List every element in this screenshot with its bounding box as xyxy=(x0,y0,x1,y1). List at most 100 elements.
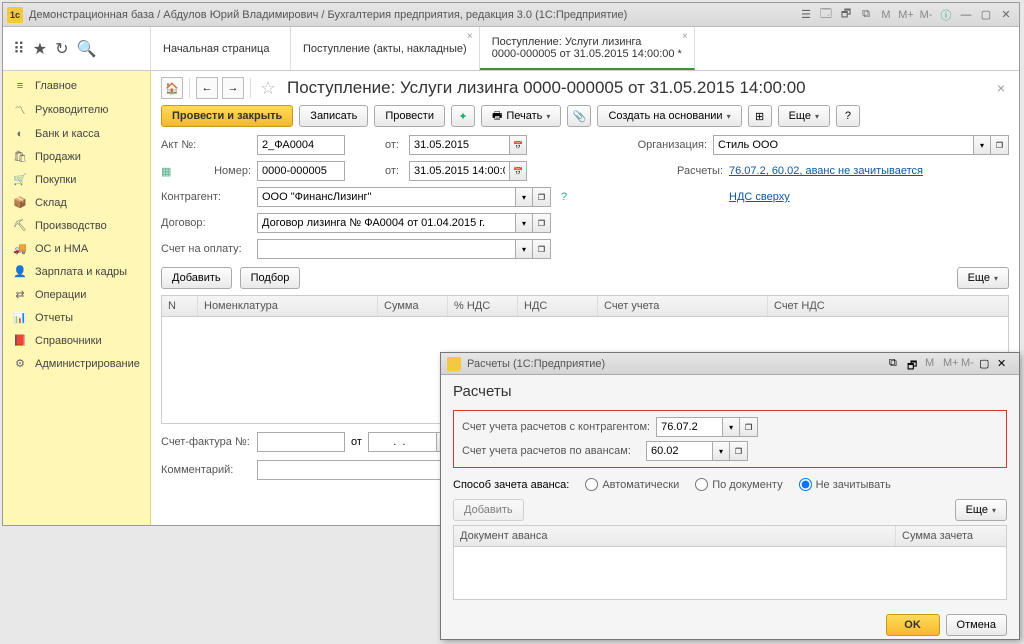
sidebar-item-manager[interactable]: 〽Руководителю xyxy=(3,97,150,123)
col-advance-doc[interactable]: Документ аванса xyxy=(454,526,896,546)
tab-receipts[interactable]: Поступление (акты, накладные) × xyxy=(291,27,480,70)
dt-kt-button[interactable]: ✦ xyxy=(451,105,475,127)
cancel-button[interactable]: Отмена xyxy=(946,614,1007,636)
account-input[interactable] xyxy=(257,239,515,259)
col-sum[interactable]: Сумма xyxy=(378,296,448,316)
back-button[interactable]: ← xyxy=(196,77,218,99)
sidebar-item-payroll[interactable]: 👤Зарплата и кадры xyxy=(3,260,150,283)
acc-advance-input[interactable] xyxy=(646,441,712,461)
contragent-open-button[interactable]: ❐ xyxy=(533,187,551,207)
contract-dropdown-button[interactable]: ▾ xyxy=(515,213,533,233)
tab-close-icon[interactable]: × xyxy=(467,31,473,42)
apps-icon[interactable]: ⠿ xyxy=(13,39,25,59)
calc-link[interactable]: 76.07.2, 60.02, аванс не зачитывается xyxy=(729,165,1009,177)
advance-grid-body[interactable] xyxy=(454,547,1006,599)
sidebar-item-references[interactable]: 📕Справочники xyxy=(3,329,150,352)
structure-button[interactable]: ⊞ xyxy=(748,105,772,127)
col-nds[interactable]: НДС xyxy=(518,296,598,316)
sidebar-item-warehouse[interactable]: 📦Склад xyxy=(3,191,150,214)
radio-by-doc[interactable]: По документу xyxy=(695,478,782,491)
number-input[interactable] xyxy=(257,161,345,181)
dlg-btn-1[interactable]: ⧉ xyxy=(889,357,905,371)
pick-button[interactable]: Подбор xyxy=(240,267,301,289)
nds-link[interactable]: НДС сверху xyxy=(729,191,1009,203)
acc-advance-open-button[interactable]: ❐ xyxy=(730,441,748,461)
favorite-button[interactable]: ☆ xyxy=(257,77,279,99)
post-button[interactable]: Провести xyxy=(374,105,445,127)
home-button[interactable]: 🏠 xyxy=(161,77,183,99)
titlebar-btn-6[interactable]: M+ xyxy=(897,7,915,23)
attach-button[interactable]: 📎 xyxy=(567,105,591,127)
acc-contragent-dd-button[interactable]: ▾ xyxy=(722,417,740,437)
col-nom[interactable]: Номенклатура xyxy=(198,296,378,316)
titlebar-btn-1[interactable]: ☰ xyxy=(797,7,815,23)
maximize-btn[interactable]: ▢ xyxy=(977,7,995,23)
titlebar-btn-2[interactable]: 🗔 xyxy=(817,7,835,23)
radio-none[interactable]: Не зачитывать xyxy=(799,478,891,491)
acc-contragent-open-button[interactable]: ❐ xyxy=(740,417,758,437)
col-acc[interactable]: Счет учета xyxy=(598,296,768,316)
calendar-button[interactable]: 📅 xyxy=(509,135,527,155)
sidebar-item-bank[interactable]: ◐Банк и касса xyxy=(3,123,150,145)
close-btn[interactable]: ✕ xyxy=(997,7,1015,23)
dlg-btn-3[interactable]: M xyxy=(925,357,941,371)
col-acc-nds[interactable]: Счет НДС xyxy=(768,296,1008,316)
history-icon[interactable]: ↻ xyxy=(55,39,68,59)
star-icon[interactable]: ★ xyxy=(33,39,47,59)
calendar-button-2[interactable]: 📅 xyxy=(509,161,527,181)
create-based-button[interactable]: Создать на основании▾ xyxy=(597,105,741,127)
sidebar-item-reports[interactable]: 📊Отчеты xyxy=(3,306,150,329)
sf-date-input[interactable] xyxy=(368,432,436,452)
sf-number-input[interactable] xyxy=(257,432,345,452)
forward-button[interactable]: → xyxy=(222,77,244,99)
contragent-input[interactable] xyxy=(257,187,515,207)
search-icon[interactable]: 🔍 xyxy=(76,39,96,59)
help-button[interactable]: ? xyxy=(836,105,860,127)
save-button[interactable]: Записать xyxy=(299,105,368,127)
titlebar-btn-4[interactable]: ⧉ xyxy=(857,7,875,23)
act-number-input[interactable] xyxy=(257,135,345,155)
sidebar-item-assets[interactable]: 🚚ОС и НМА xyxy=(3,237,150,260)
dlg-btn-5[interactable]: M- xyxy=(961,357,977,371)
col-advance-sum[interactable]: Сумма зачета xyxy=(896,526,1006,546)
dlg-btn-2[interactable]: 🗗 xyxy=(907,357,923,371)
titlebar-help-btn[interactable]: ⓘ xyxy=(937,7,955,23)
radio-auto[interactable]: Автоматически xyxy=(585,478,679,491)
help-icon[interactable]: ? xyxy=(561,191,567,203)
sidebar-item-sales[interactable]: 🛍Продажи xyxy=(3,145,150,168)
titlebar-btn-3[interactable]: 🗗 xyxy=(837,7,855,23)
ok-button[interactable]: OK xyxy=(886,614,940,636)
contragent-dropdown-button[interactable]: ▾ xyxy=(515,187,533,207)
sidebar-item-main[interactable]: ≡Главное xyxy=(3,75,150,97)
org-open-button[interactable]: ❐ xyxy=(991,135,1009,155)
tab-close-icon[interactable]: × xyxy=(682,31,688,42)
dlg-maximize-btn[interactable]: ▢ xyxy=(979,357,995,371)
titlebar-btn-5[interactable]: M xyxy=(877,7,895,23)
tab-home[interactable]: Начальная страница xyxy=(151,27,291,70)
close-doc-button[interactable]: × xyxy=(993,80,1009,96)
tab-current-doc[interactable]: Поступление: Услуги лизинга 0000-000005 … xyxy=(480,27,695,70)
sidebar-item-operations[interactable]: ⇄Операции xyxy=(3,283,150,306)
acc-advance-dd-button[interactable]: ▾ xyxy=(712,441,730,461)
org-dropdown-button[interactable]: ▾ xyxy=(973,135,991,155)
org-input[interactable] xyxy=(713,135,973,155)
dlg-btn-4[interactable]: M+ xyxy=(943,357,959,371)
print-button[interactable]: 🖶 Печать▾ xyxy=(481,105,561,127)
dlg-close-btn[interactable]: ✕ xyxy=(997,357,1013,371)
contract-input[interactable] xyxy=(257,213,515,233)
minimize-btn[interactable]: — xyxy=(957,7,975,23)
more-button[interactable]: Еще▾ xyxy=(778,105,830,127)
titlebar-btn-7[interactable]: M- xyxy=(917,7,935,23)
dlg-more-button[interactable]: Еще▾ xyxy=(955,499,1007,521)
col-n[interactable]: N xyxy=(162,296,198,316)
post-and-close-button[interactable]: Провести и закрыть xyxy=(161,105,293,127)
sidebar-item-admin[interactable]: ⚙Администрирование xyxy=(3,352,150,375)
grid-more-button[interactable]: Еще▾ xyxy=(957,267,1009,289)
datetime-input[interactable] xyxy=(409,161,509,181)
account-dropdown-button[interactable]: ▾ xyxy=(515,239,533,259)
act-date-input[interactable] xyxy=(409,135,509,155)
account-open-button[interactable]: ❐ xyxy=(533,239,551,259)
sidebar-item-purchases[interactable]: 🛒Покупки xyxy=(3,168,150,191)
col-pct-nds[interactable]: % НДС xyxy=(448,296,518,316)
sidebar-item-production[interactable]: ⛏Производство xyxy=(3,214,150,237)
